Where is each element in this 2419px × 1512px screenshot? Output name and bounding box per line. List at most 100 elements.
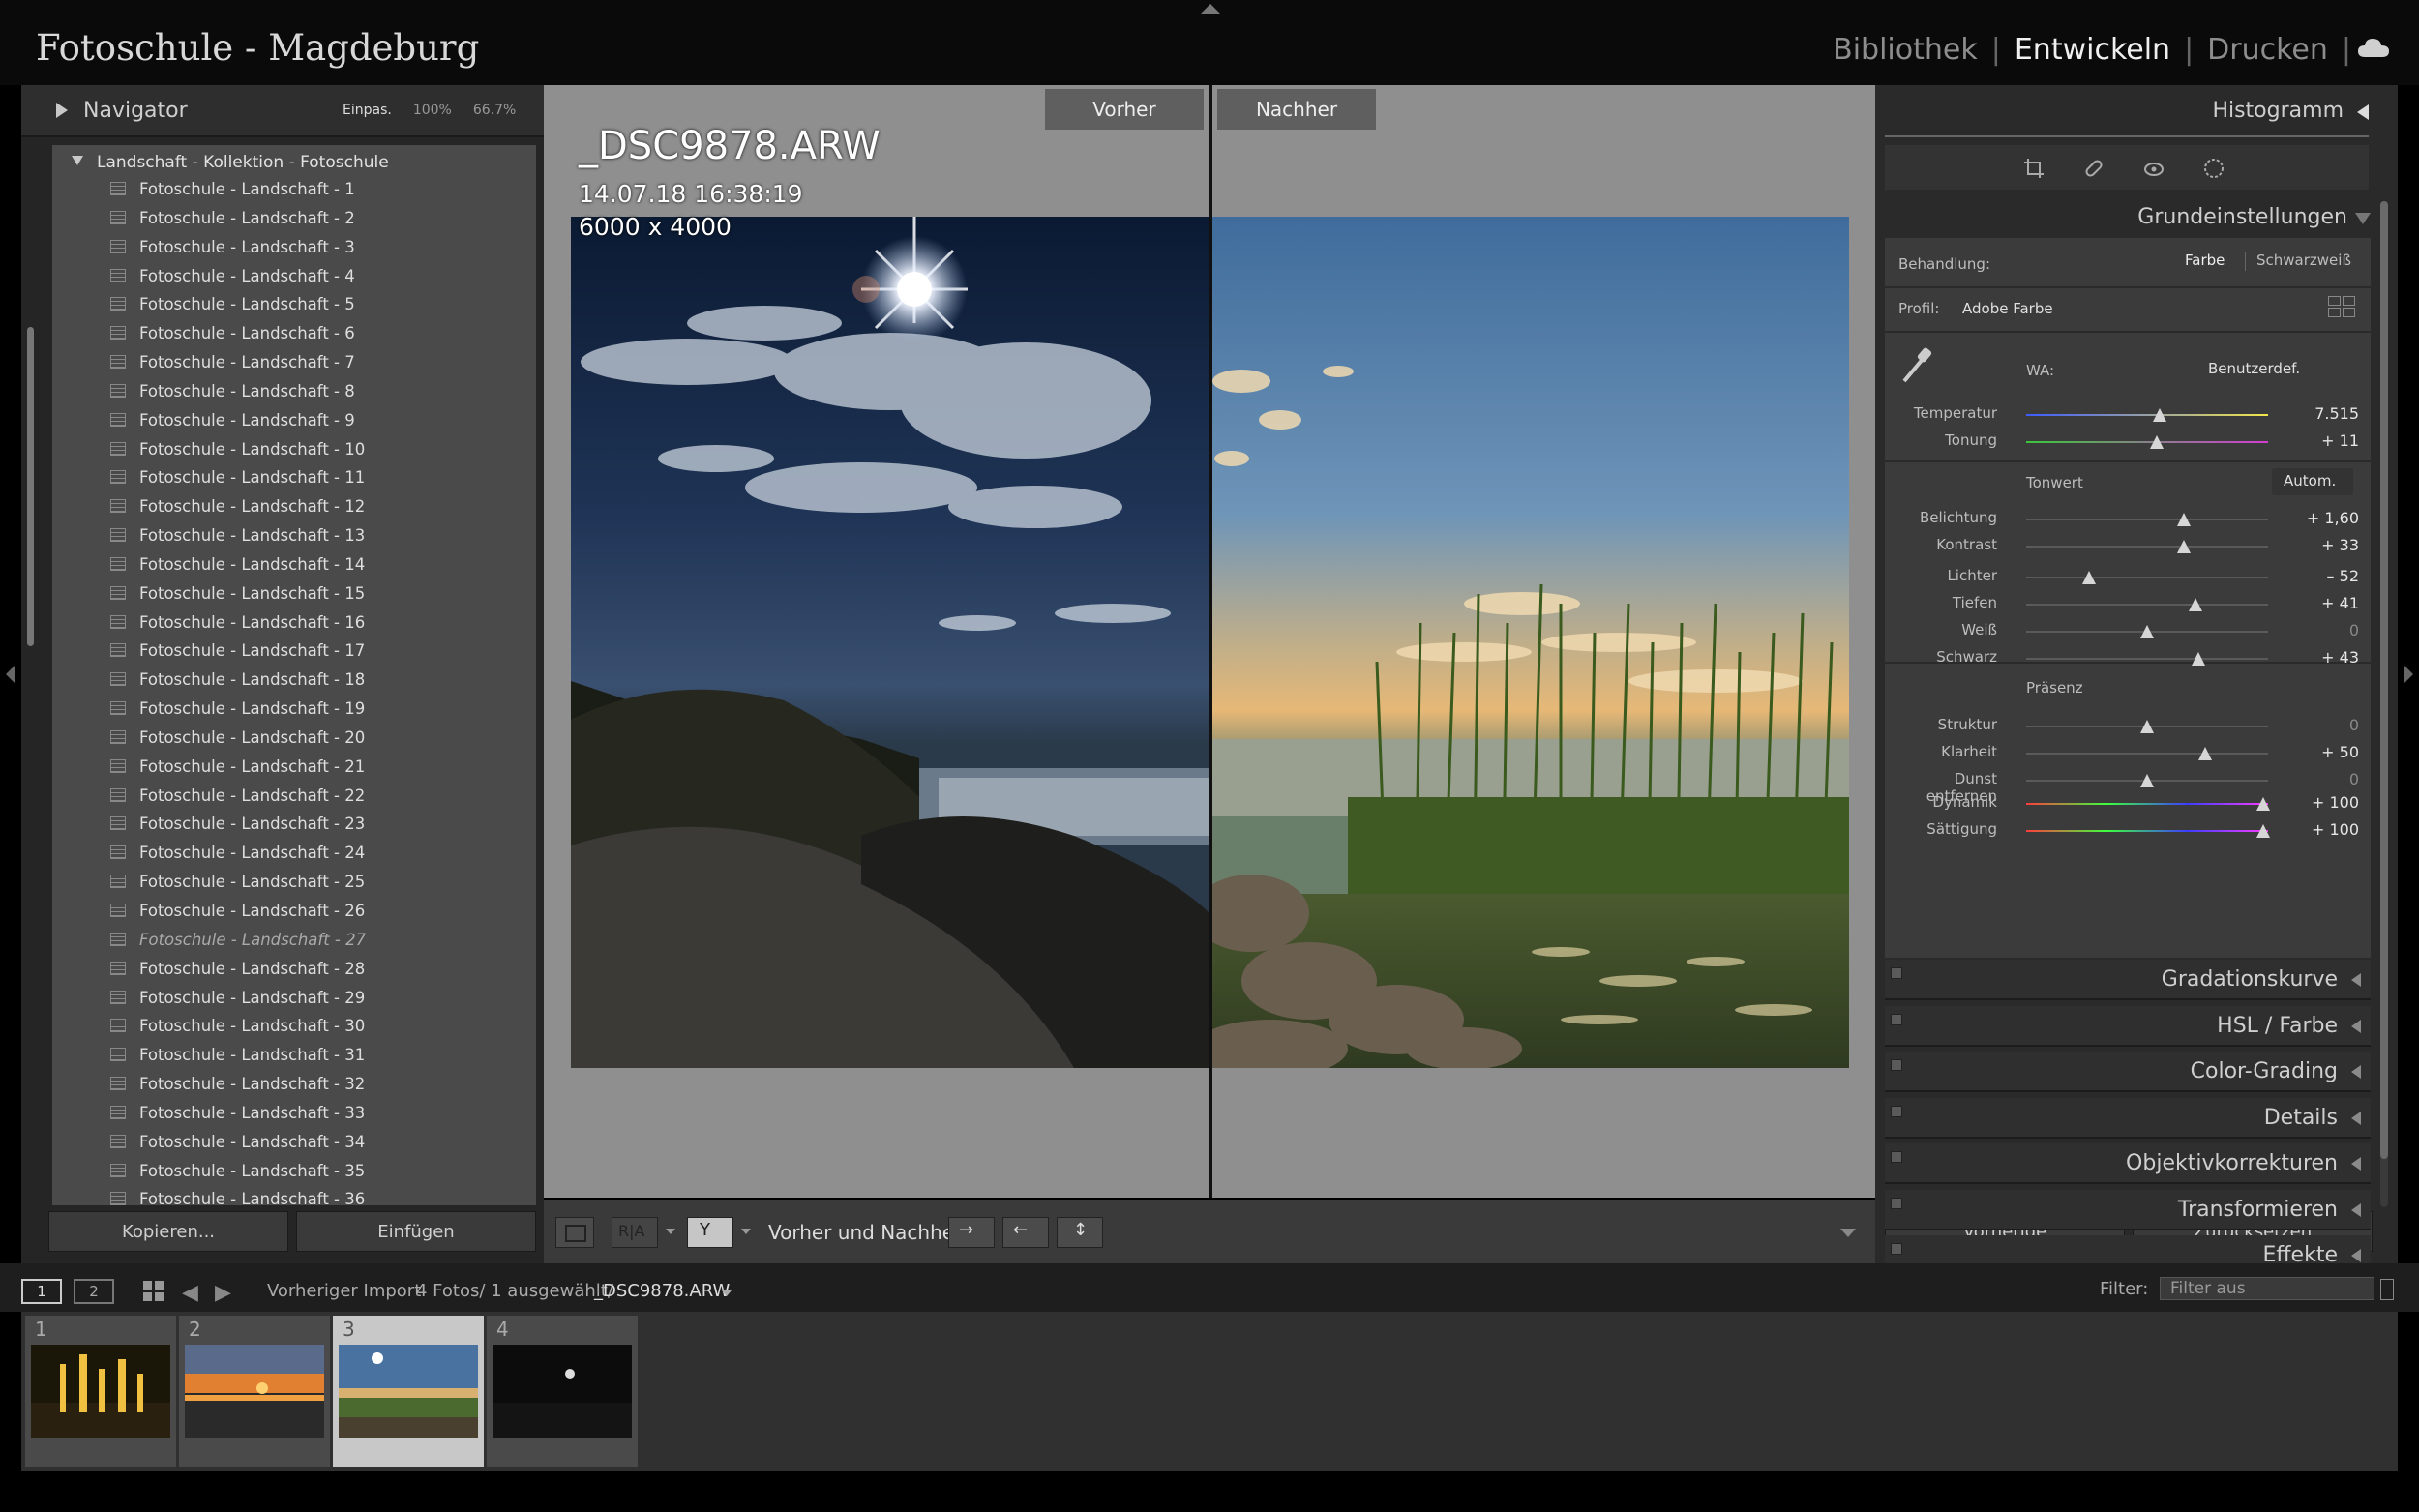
- exposure-value[interactable]: + 1,60: [2282, 509, 2359, 527]
- film-thumb-1[interactable]: 1: [25, 1316, 176, 1467]
- section-transformieren[interactable]: Transformieren: [1885, 1189, 2371, 1230]
- basic-panel-title[interactable]: Grundeinstellungen: [2137, 205, 2347, 229]
- before-after-divider[interactable]: [1210, 85, 1212, 1198]
- blacks-slider-handle[interactable]: [2191, 652, 2205, 666]
- dehaze-slider-handle[interactable]: [2140, 774, 2154, 787]
- filter-lock-icon[interactable]: [2380, 1279, 2394, 1300]
- shadows-slider-handle[interactable]: [2189, 598, 2202, 611]
- contrast-slider-handle[interactable]: [2176, 540, 2191, 553]
- vibrance-slider-handle[interactable]: [2256, 797, 2270, 811]
- blacks-value[interactable]: + 43: [2282, 648, 2359, 667]
- collection-item[interactable]: Fotoschule - Landschaft - 34: [110, 1133, 365, 1160]
- dehaze-value[interactable]: 0: [2282, 770, 2359, 788]
- expand-triangle-icon[interactable]: [56, 103, 68, 118]
- collection-item[interactable]: Fotoschule - Landschaft - 28: [110, 960, 365, 987]
- collection-item[interactable]: Fotoschule - Landschaft - 14: [110, 555, 365, 582]
- red-eye-icon[interactable]: [2142, 157, 2165, 180]
- exposure-slider-handle[interactable]: [2176, 513, 2191, 526]
- section-gradationskurve[interactable]: Gradationskurve: [1885, 960, 2371, 1000]
- section-expand-icon[interactable]: [2351, 1065, 2361, 1079]
- temperature-slider-track[interactable]: [2026, 414, 2268, 416]
- wb-select[interactable]: Benutzerdef.: [2208, 360, 2300, 377]
- collection-item[interactable]: Fotoschule - Landschaft - 18: [110, 670, 365, 697]
- left-scrollbar[interactable]: [27, 327, 34, 646]
- source-label[interactable]: Vorheriger Import: [267, 1281, 421, 1301]
- copy-settings-button[interactable]: Kopieren...: [48, 1211, 288, 1252]
- shadows-slider-track[interactable]: [2026, 604, 2268, 606]
- collection-item[interactable]: Fotoschule - Landschaft - 22: [110, 786, 365, 814]
- collection-set-header[interactable]: Landschaft - Kollektion - Fotoschule: [72, 153, 389, 176]
- collection-item[interactable]: Fotoschule - Landschaft - 36: [110, 1190, 365, 1205]
- window-2-button[interactable]: 2: [74, 1279, 114, 1304]
- forward-arrow-icon[interactable]: ▶: [215, 1281, 231, 1305]
- collection-item[interactable]: Fotoschule - Landschaft - 17: [110, 641, 365, 668]
- section-toggle-switch[interactable]: [1891, 967, 1902, 979]
- loupe-view-button[interactable]: [555, 1217, 594, 1248]
- section-toggle-switch[interactable]: [1891, 1013, 1902, 1025]
- tint-value[interactable]: + 11: [2282, 431, 2359, 450]
- collection-item[interactable]: Fotoschule - Landschaft - 24: [110, 844, 365, 871]
- copy-after-to-before-button[interactable]: ←: [1002, 1217, 1049, 1248]
- shadows-value[interactable]: + 41: [2282, 594, 2359, 612]
- vibrance-slider-track[interactable]: [2026, 803, 2268, 805]
- saturation-slider-track[interactable]: [2026, 830, 2268, 832]
- section-toggle-switch[interactable]: [1891, 1243, 1902, 1255]
- texture-value[interactable]: 0: [2282, 716, 2359, 734]
- section-toggle-switch[interactable]: [1891, 1059, 1902, 1071]
- vibrance-value[interactable]: + 100: [2282, 793, 2359, 812]
- collection-item[interactable]: Fotoschule - Landschaft - 35: [110, 1162, 365, 1189]
- grid-icon[interactable]: [143, 1281, 164, 1302]
- cloud-icon[interactable]: [2357, 37, 2390, 58]
- contrast-slider-track[interactable]: [2026, 546, 2268, 548]
- film-thumb-2[interactable]: 2: [179, 1316, 330, 1467]
- temperature-slider-handle[interactable]: [2152, 408, 2166, 422]
- collection-item[interactable]: Fotoschule - Landschaft - 7: [110, 353, 355, 380]
- collection-item[interactable]: Fotoschule - Landschaft - 15: [110, 584, 365, 611]
- basic-collapse-icon[interactable]: [2355, 213, 2371, 224]
- toolbar-menu-chevron-icon[interactable]: [1840, 1229, 1856, 1237]
- histogram-title[interactable]: Histogramm: [2212, 99, 2344, 123]
- section-hsl-farbe[interactable]: HSL / Farbe: [1885, 1005, 2371, 1047]
- paste-settings-button[interactable]: Einfügen: [296, 1211, 536, 1252]
- section-toggle-switch[interactable]: [1891, 1197, 1902, 1209]
- crop-icon[interactable]: [2022, 157, 2046, 180]
- zoom-66[interactable]: 66.7%: [473, 103, 516, 118]
- collection-item[interactable]: Fotoschule - Landschaft - 13: [110, 526, 365, 553]
- section-expand-icon[interactable]: [2351, 1249, 2361, 1262]
- collection-item[interactable]: Fotoschule - Landschaft - 6: [110, 324, 355, 351]
- yy-split-view-button[interactable]: Y: [687, 1217, 733, 1248]
- section-toggle-switch[interactable]: [1891, 1151, 1902, 1163]
- module-print[interactable]: Drucken: [2207, 33, 2328, 67]
- tint-slider-handle[interactable]: [2150, 435, 2164, 449]
- collection-item[interactable]: Fotoschule - Landschaft - 32: [110, 1075, 365, 1102]
- collection-item[interactable]: Fotoschule - Landschaft - 33: [110, 1104, 365, 1131]
- profile-select[interactable]: Adobe Farbe: [1962, 300, 2053, 317]
- section-objektivkorrekturen[interactable]: Objektivkorrekturen: [1885, 1143, 2371, 1184]
- film-thumb-3[interactable]: 3: [333, 1316, 484, 1467]
- collection-item[interactable]: Fotoschule - Landschaft - 16: [110, 613, 365, 640]
- film-thumb-4[interactable]: 4: [487, 1316, 638, 1467]
- white-balance-picker-icon[interactable]: [1898, 346, 1933, 385]
- collection-item[interactable]: Fotoschule - Landschaft - 2: [110, 209, 355, 236]
- collection-item[interactable]: Fotoschule - Landschaft - 26: [110, 902, 365, 929]
- section-expand-icon[interactable]: [2351, 1111, 2361, 1125]
- collection-item[interactable]: Fotoschule - Landschaft - 12: [110, 497, 365, 524]
- chevron-down-icon[interactable]: [722, 1290, 732, 1296]
- zoom-100[interactable]: 100%: [413, 103, 452, 118]
- collection-item[interactable]: Fotoschule - Landschaft - 8: [110, 382, 355, 409]
- section-details[interactable]: Details: [1885, 1097, 2371, 1139]
- right-scrollbar[interactable]: [2380, 201, 2388, 1159]
- collection-item[interactable]: Fotoschule - Landschaft - 10: [110, 440, 365, 467]
- auto-tone-button[interactable]: Autom.: [2272, 468, 2353, 495]
- window-1-button[interactable]: 1: [21, 1279, 62, 1304]
- collapse-top-arrow-icon[interactable]: [1201, 4, 1220, 14]
- tint-slider-track[interactable]: [2026, 441, 2268, 443]
- collection-item[interactable]: Fotoschule - Landschaft - 20: [110, 728, 365, 756]
- collection-item[interactable]: Fotoschule - Landschaft - 29: [110, 989, 365, 1016]
- whites-value[interactable]: 0: [2282, 621, 2359, 639]
- section-expand-icon[interactable]: [2351, 1157, 2361, 1171]
- collection-item[interactable]: Fotoschule - Landschaft - 1: [110, 180, 355, 207]
- swap-before-after-button[interactable]: ↕: [1057, 1217, 1103, 1248]
- section-toggle-switch[interactable]: [1891, 1105, 1902, 1117]
- exposure-slider-track[interactable]: [2026, 519, 2268, 520]
